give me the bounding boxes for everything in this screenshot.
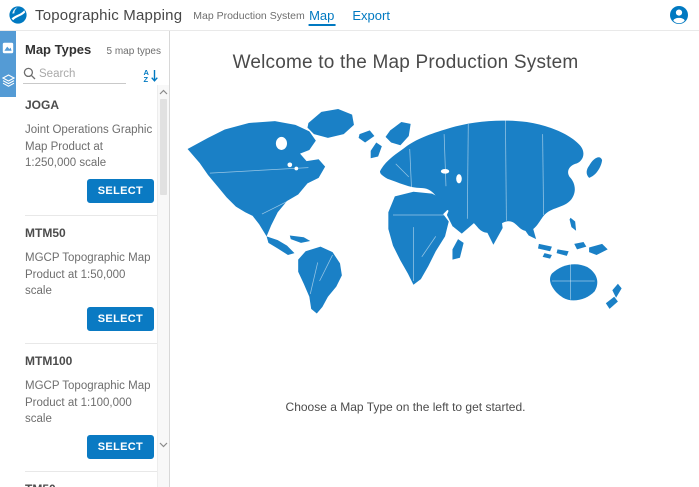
panel-header: Map Types 5 map types [16, 31, 169, 57]
sort-alpha-down-icon[interactable]: A Z [143, 68, 159, 83]
map-type-name: MTM100 [25, 354, 157, 368]
user-account-icon[interactable] [669, 5, 689, 25]
tab-map[interactable]: Map [308, 2, 335, 29]
map-type-item: JOGA Joint Operations Graphic Map Produc… [25, 88, 157, 215]
map-type-list: JOGA Joint Operations Graphic Map Produc… [16, 88, 157, 487]
globe-logo-icon [8, 5, 28, 25]
top-nav: Map Export [308, 0, 391, 30]
world-map [182, 104, 630, 326]
welcome-heading: Welcome to the Map Production System [233, 52, 579, 74]
map-type-name: MTM50 [25, 226, 157, 240]
map-panel-icon[interactable] [0, 31, 16, 64]
select-button[interactable]: SELECT [87, 307, 154, 331]
map-type-description: MGCP Topographic Map Product at 1:100,00… [25, 378, 153, 428]
layers-icon[interactable] [0, 64, 16, 97]
map-type-description: Joint Operations Graphic Map Product at … [25, 122, 153, 172]
app-header: Topographic Mapping Map Production Syste… [0, 0, 699, 31]
map-type-item: MTM100 MGCP Topographic Map Product at 1… [25, 343, 157, 471]
svg-text:Z: Z [144, 75, 149, 83]
panel-title: Map Types [25, 42, 91, 57]
main-content: Welcome to the Map Production System [170, 31, 699, 487]
chevron-up-icon[interactable] [158, 85, 169, 98]
search-input[interactable] [39, 68, 123, 80]
sidebar-scrollbar[interactable] [157, 85, 169, 487]
map-type-count: 5 map types [107, 46, 161, 57]
app-subtitle: Map Production System [193, 10, 304, 22]
search-box [23, 67, 126, 84]
map-type-name: JOGA [25, 98, 157, 112]
map-type-item: MTM50 MGCP Topographic Map Product at 1:… [25, 215, 157, 343]
app-title: Topographic Mapping [35, 7, 182, 24]
tab-export[interactable]: Export [351, 2, 391, 29]
tool-strip-active-block [0, 31, 16, 97]
map-panel-icon-glyph [2, 42, 14, 54]
chevron-down-icon[interactable] [158, 438, 169, 451]
select-row: SELECT [25, 179, 157, 213]
app-window: Topographic Mapping Map Production Syste… [0, 0, 699, 487]
select-button[interactable]: SELECT [87, 435, 154, 459]
select-button[interactable]: SELECT [87, 179, 154, 203]
map-type-item: TM50 Topographic Map Product at 1:50,000… [25, 471, 157, 487]
search-icon [23, 67, 36, 80]
map-type-name: TM50 [25, 482, 157, 487]
tool-strip [0, 31, 16, 487]
map-types-panel: Map Types 5 map types A Z [16, 31, 170, 487]
layers-icon-glyph [2, 74, 15, 87]
instruction-text: Choose a Map Type on the left to get sta… [286, 400, 526, 414]
select-row: SELECT [25, 435, 157, 469]
scrollbar-thumb[interactable] [160, 99, 167, 195]
select-row: SELECT [25, 307, 157, 341]
map-type-description: MGCP Topographic Map Product at 1:50,000… [25, 250, 153, 300]
search-row: A Z [16, 57, 169, 84]
